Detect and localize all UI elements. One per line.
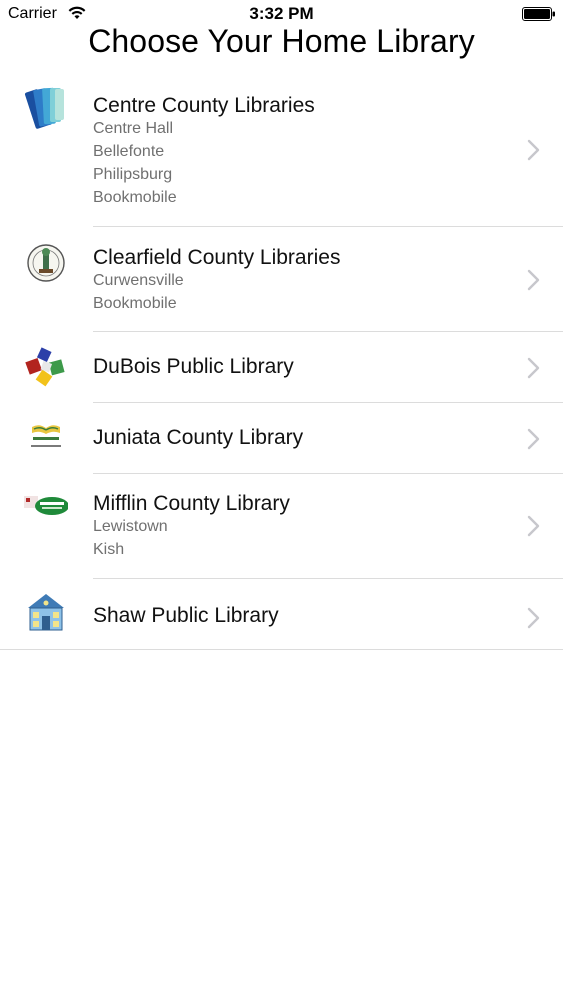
library-name: Clearfield County Libraries bbox=[93, 246, 341, 269]
branch-label: Bookmobile bbox=[93, 189, 177, 206]
seal-logo-icon bbox=[27, 244, 65, 282]
library-row-centre-county[interactable]: Centre County Libraries Centre Hall Bell… bbox=[0, 74, 563, 227]
branch-label: Centre Hall bbox=[93, 120, 174, 137]
chevron-right-icon bbox=[527, 357, 540, 379]
library-row-juniata[interactable]: Juniata County Library bbox=[0, 403, 563, 474]
branch-label: Curwensville bbox=[93, 272, 184, 289]
library-name: Shaw Public Library bbox=[93, 604, 279, 627]
chevron-right-icon bbox=[527, 515, 540, 537]
branch-label: Bookmobile bbox=[93, 295, 177, 312]
chevron-right-icon bbox=[527, 607, 540, 629]
library-name: Centre County Libraries bbox=[93, 94, 315, 117]
battery-icon bbox=[522, 7, 555, 21]
library-name: DuBois Public Library bbox=[93, 355, 294, 378]
library-list: Centre County Libraries Centre Hall Bell… bbox=[0, 74, 563, 650]
branch-label: Kish bbox=[93, 541, 125, 558]
library-row-clearfield-county[interactable]: Clearfield County Libraries Curwensville… bbox=[0, 227, 563, 332]
status-time: 3:32 PM bbox=[249, 4, 314, 23]
color-blocks-logo-icon bbox=[25, 347, 65, 387]
library-name: Juniata County Library bbox=[93, 426, 304, 449]
chevron-right-icon bbox=[527, 139, 540, 161]
library-row-mifflin[interactable]: Mifflin County Library Lewistown Kish bbox=[0, 474, 563, 579]
chevron-right-icon bbox=[527, 269, 540, 291]
books-logo-icon bbox=[24, 87, 64, 129]
branch-label: Lewistown bbox=[93, 518, 168, 535]
branch-label: Philipsburg bbox=[93, 166, 173, 183]
library-name: Mifflin County Library bbox=[93, 492, 290, 515]
open-book-logo-icon bbox=[31, 425, 61, 447]
library-row-shaw[interactable]: Shaw Public Library bbox=[0, 579, 563, 650]
chevron-right-icon bbox=[527, 428, 540, 450]
branch-label: Bellefonte bbox=[93, 143, 165, 160]
library-row-dubois[interactable]: DuBois Public Library bbox=[0, 332, 563, 403]
mifflin-logo-icon bbox=[24, 496, 68, 515]
page-title: Choose Your Home Library bbox=[88, 23, 475, 59]
building-logo-icon bbox=[28, 594, 64, 631]
list-bottom-divider bbox=[0, 649, 563, 650]
